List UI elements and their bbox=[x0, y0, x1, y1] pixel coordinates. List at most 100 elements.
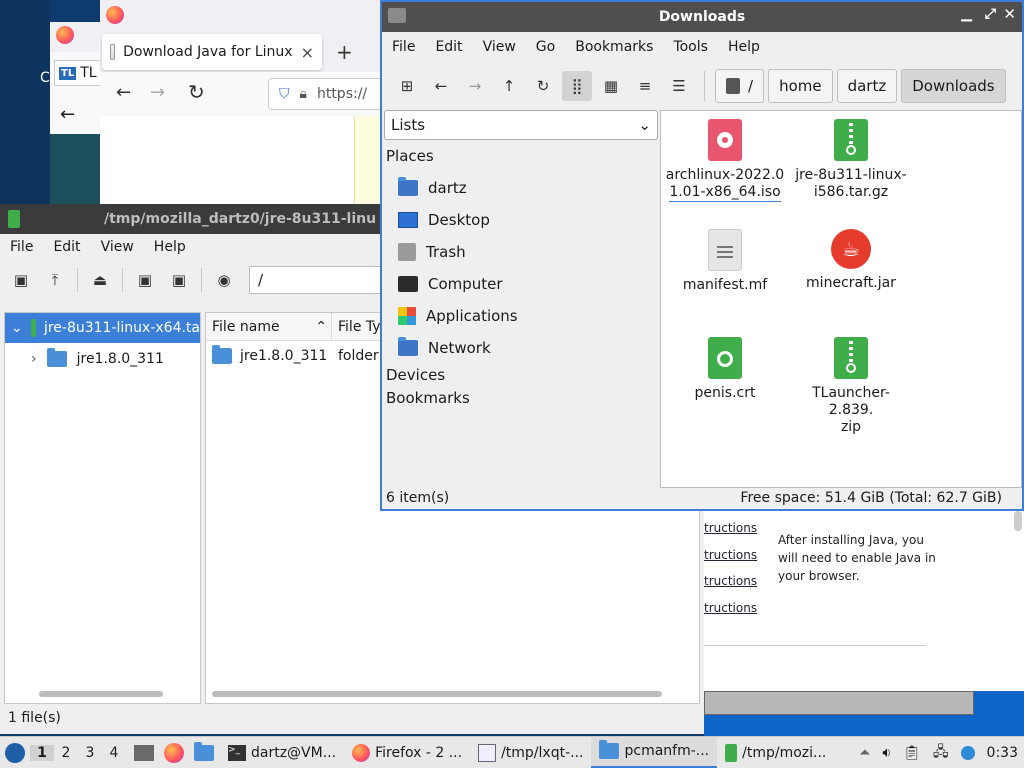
reload-icon[interactable]: ↻ bbox=[528, 71, 558, 101]
stop-icon[interactable]: ◉ bbox=[209, 265, 239, 295]
task-firefox[interactable]: Firefox - 2 ... bbox=[344, 737, 470, 768]
path-root-button[interactable]: / bbox=[715, 69, 765, 103]
back-arrow-icon[interactable]: ← bbox=[60, 104, 75, 125]
minimize-icon[interactable]: ▁ bbox=[961, 6, 972, 22]
sidebar-item-label: Computer bbox=[428, 275, 503, 293]
file-item-archlinux-iso[interactable]: archlinux-2022.0 1.01-x86_64.iso bbox=[665, 119, 785, 202]
icon-view-icon[interactable]: ⣿ bbox=[562, 71, 592, 101]
page-scrollbar[interactable] bbox=[1014, 511, 1022, 531]
compact-view-icon[interactable]: ≡ bbox=[630, 71, 660, 101]
firefox-launcher-icon[interactable] bbox=[164, 742, 184, 763]
path-downloads-button[interactable]: Downloads bbox=[901, 69, 1006, 103]
menu-view[interactable]: View bbox=[473, 39, 526, 55]
thumbnail-view-icon[interactable]: ▦ bbox=[596, 71, 626, 101]
instruction-links: tructions tructions tructions tructions bbox=[704, 515, 757, 621]
up-arrow-icon[interactable]: ↑ bbox=[494, 71, 524, 101]
updates-icon[interactable] bbox=[960, 745, 975, 760]
folder-launcher-icon[interactable] bbox=[194, 741, 214, 761]
close-icon[interactable]: ✕ bbox=[1003, 5, 1016, 23]
volume-icon[interactable]: 🔉︎ bbox=[882, 745, 891, 761]
menu-edit[interactable]: Edit bbox=[43, 239, 90, 255]
firefox-icon bbox=[56, 26, 74, 44]
add-folder-icon[interactable]: ▣ bbox=[164, 265, 194, 295]
sidebar-item-dartz[interactable]: dartz bbox=[384, 172, 658, 204]
forward-arrow-icon[interactable]: → bbox=[150, 82, 165, 103]
chevron-down-icon[interactable]: ⌄ bbox=[11, 320, 23, 336]
menu-file[interactable]: File bbox=[0, 239, 43, 255]
instructions-link[interactable]: tructions bbox=[704, 595, 757, 622]
file-item-manifest[interactable]: manifest.mf bbox=[665, 229, 785, 294]
desktop-2-button[interactable]: 2 bbox=[54, 745, 78, 761]
archive-tree-pane: ⌄ jre-8u311-linux-x64.ta › jre1.8.0_311 bbox=[4, 312, 201, 704]
column-file-type[interactable]: File Ty bbox=[332, 313, 381, 340]
menu-tools[interactable]: Tools bbox=[663, 39, 718, 55]
desktop-4-button[interactable]: 4 bbox=[102, 745, 126, 761]
add-files-icon[interactable]: ▣ bbox=[130, 265, 160, 295]
tree-scrollbar[interactable] bbox=[39, 691, 163, 697]
column-file-name-label: File name bbox=[212, 318, 280, 335]
task-archive[interactable]: /tmp/mozi... bbox=[717, 737, 834, 768]
task-pcmanfm[interactable]: pcmanfm-... bbox=[591, 736, 718, 768]
file-item-crt[interactable]: penis.crt bbox=[665, 337, 785, 402]
tray-up-icon[interactable]: ⏶ bbox=[859, 745, 870, 761]
task-text-editor[interactable]: /tmp/lxqt-... bbox=[470, 737, 591, 768]
desktop-3-button[interactable]: 3 bbox=[78, 745, 102, 761]
instructions-link[interactable]: tructions bbox=[704, 515, 757, 542]
file-item-minecraft-jar[interactable]: ☕︎ minecraft.jar bbox=[791, 229, 911, 292]
task-terminal[interactable]: >_ dartz@VM... bbox=[220, 737, 344, 768]
tree-child-row[interactable]: › jre1.8.0_311 bbox=[5, 343, 200, 375]
open-archive-icon[interactable]: ⤒ bbox=[40, 265, 70, 295]
network-tray-icon[interactable]: 🖧 bbox=[933, 741, 949, 765]
menu-go[interactable]: Go bbox=[526, 39, 565, 55]
instructions-link[interactable]: tructions bbox=[704, 542, 757, 569]
sidebar-item-trash[interactable]: Trash bbox=[384, 236, 658, 268]
new-archive-icon[interactable]: ▣ bbox=[6, 265, 36, 295]
tab-close-icon[interactable]: × bbox=[301, 43, 314, 62]
menu-help[interactable]: Help bbox=[718, 39, 770, 55]
forward-arrow-icon[interactable]: → bbox=[460, 71, 490, 101]
extract-icon[interactable]: ⏏ bbox=[85, 265, 115, 295]
pcmanfm-titlebar[interactable]: Downloads ▁ ⤢ ✕ bbox=[382, 2, 1022, 32]
start-menu-button[interactable] bbox=[0, 737, 30, 768]
sidebar-item-applications[interactable]: Applications bbox=[384, 300, 658, 332]
instructions-link[interactable]: tructions bbox=[704, 568, 757, 595]
archive-icon bbox=[834, 337, 868, 379]
clock[interactable]: 0:33 bbox=[987, 745, 1018, 761]
sidebar-item-computer[interactable]: Computer bbox=[384, 268, 658, 300]
places-header[interactable]: Places bbox=[384, 140, 658, 172]
menu-file[interactable]: File bbox=[382, 39, 425, 55]
path-dartz-button[interactable]: dartz bbox=[836, 69, 898, 103]
file-manager-launcher-icon[interactable] bbox=[134, 744, 154, 761]
detailed-view-icon[interactable]: ☰ bbox=[664, 71, 694, 101]
file-list-scrollbar[interactable] bbox=[212, 691, 662, 697]
archive-path-input[interactable]: / bbox=[249, 266, 399, 294]
chevron-right-icon[interactable]: › bbox=[31, 351, 37, 367]
maximize-icon[interactable]: ⤢ bbox=[985, 6, 996, 22]
menu-help[interactable]: Help bbox=[144, 239, 196, 255]
text-editor-icon bbox=[478, 743, 497, 762]
file-name-line1: penis.crt bbox=[694, 385, 756, 401]
menu-view[interactable]: View bbox=[91, 239, 144, 255]
back-arrow-icon[interactable]: ← bbox=[116, 82, 131, 103]
column-file-name[interactable]: File name ⌃ bbox=[206, 313, 332, 340]
tab-download-java[interactable]: Download Java for Linux × bbox=[102, 34, 322, 70]
bookmarks-header[interactable]: Bookmarks bbox=[384, 386, 658, 410]
desktop-icon bbox=[398, 212, 418, 228]
path-home-button[interactable]: home bbox=[768, 69, 833, 103]
sidebar-item-desktop[interactable]: Desktop bbox=[384, 204, 658, 236]
tree-root-row[interactable]: ⌄ jre-8u311-linux-x64.ta bbox=[5, 313, 200, 343]
file-item-jre-tar-gz[interactable]: jre-8u311-linux- i586.tar.gz bbox=[791, 119, 911, 201]
desktop-1-button[interactable]: 1 bbox=[30, 744, 54, 761]
devices-header[interactable]: Devices bbox=[384, 364, 658, 386]
new-tab-icon[interactable]: ⊞ bbox=[392, 71, 422, 101]
side-pane-mode-select[interactable]: Lists ⌄ bbox=[384, 110, 658, 140]
menu-bookmarks[interactable]: Bookmarks bbox=[565, 39, 663, 55]
reload-icon[interactable]: ↻ bbox=[188, 80, 205, 104]
sidebar-item-network[interactable]: Network bbox=[384, 332, 658, 364]
new-tab-button[interactable]: + bbox=[336, 40, 353, 64]
back-arrow-icon[interactable]: ← bbox=[426, 71, 456, 101]
clipboard-icon[interactable]: 📋︎ bbox=[903, 745, 921, 761]
menu-edit[interactable]: Edit bbox=[425, 39, 472, 55]
file-item-tlauncher-zip[interactable]: TLauncher-2.839. zip bbox=[791, 337, 911, 436]
pcmanfm-toolbar: ⊞ ← → ↑ ↻ ⣿ ▦ ≡ ☰ / home dartz Downloads bbox=[382, 62, 1022, 110]
